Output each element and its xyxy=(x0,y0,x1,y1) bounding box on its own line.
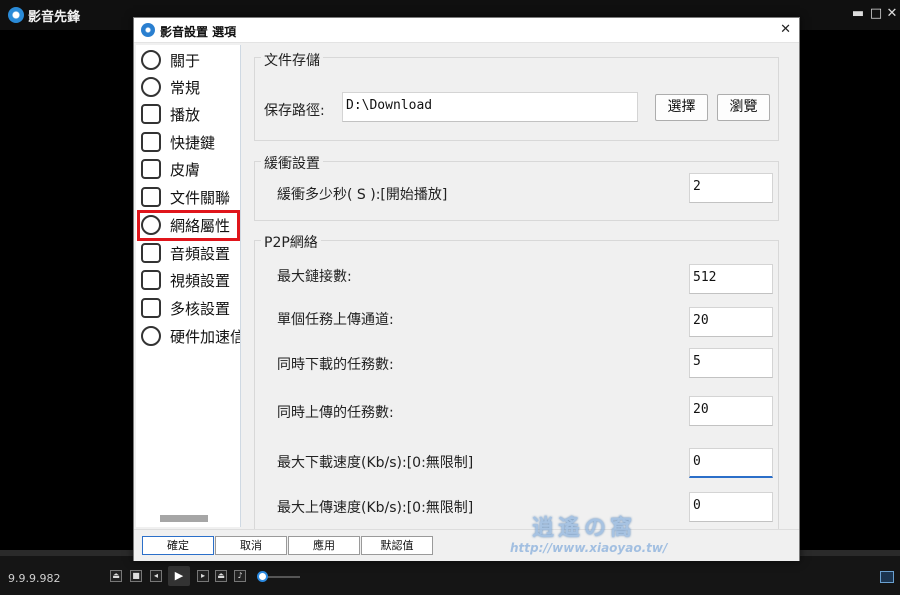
keyboard-icon xyxy=(141,132,161,152)
sidebar-item-video[interactable]: 視頻設置 xyxy=(136,267,240,293)
sidebar-item-general[interactable]: 常規 xyxy=(136,74,240,100)
max-connections-input[interactable]: 512 xyxy=(689,264,773,294)
dialog-title: 影音設置 選項 xyxy=(160,25,237,39)
sidebar-item-label: 常規 xyxy=(170,79,201,97)
sidebar-item-label: 關于 xyxy=(170,52,201,70)
audio-icon xyxy=(141,243,161,263)
sidebar-item-audio[interactable]: 音頻設置 xyxy=(136,240,240,266)
sidebar-item-label: 多核設置 xyxy=(170,300,231,318)
apply-button[interactable]: 應用 xyxy=(288,536,360,555)
dialog-logo-icon xyxy=(141,23,155,37)
concurrent-downloads-input[interactable]: 5 xyxy=(689,348,773,378)
shirt-icon xyxy=(141,159,161,179)
play-button[interactable]: ▶ xyxy=(168,566,190,586)
ok-button[interactable]: 確定 xyxy=(142,536,214,555)
sidebar-item-label: 快捷鍵 xyxy=(170,134,216,152)
minimize-icon[interactable]: ▬ xyxy=(850,6,866,22)
app-logo-icon xyxy=(8,7,24,23)
concurrent-uploads-label: 同時上傳的任務數: xyxy=(277,405,394,421)
concurrent-uploads-input[interactable]: 20 xyxy=(689,396,773,426)
stop-icon[interactable]: ■ xyxy=(130,570,142,582)
next-icon[interactable]: ▸ xyxy=(197,570,209,582)
default-button[interactable]: 默認值 xyxy=(361,536,433,555)
eject-icon[interactable]: ⏏ xyxy=(215,570,227,582)
p2p-group-title: P2P網絡 xyxy=(261,232,321,252)
info-icon xyxy=(141,50,161,70)
settings-sidebar: 關于 常規 播放 快捷鍵 皮膚 文件關聯 網絡屬性 音頻設置 視頻設置 多核設置… xyxy=(136,45,241,527)
buffer-seconds-input[interactable]: 2 xyxy=(689,173,773,203)
selected-item-highlight xyxy=(137,210,240,241)
previous-icon[interactable]: ◂ xyxy=(150,570,162,582)
max-download-speed-label: 最大下載速度(Kb/s):[0:無限制] xyxy=(277,455,474,471)
sidebar-item-label: 文件關聯 xyxy=(170,189,231,207)
watermark-title: 逍遙の窩 xyxy=(532,516,637,541)
settings-content: 文件存儲 保存路徑: D:\Download 選擇 瀏覽 緩衝設置 緩衝多少秒(… xyxy=(244,45,797,533)
cancel-button[interactable]: 取消 xyxy=(215,536,287,555)
max-upload-speed-input[interactable]: 0 xyxy=(689,492,773,522)
file-link-icon xyxy=(141,187,161,207)
sidebar-item-playback[interactable]: 播放 xyxy=(136,101,240,127)
storage-group-title: 文件存儲 xyxy=(261,50,323,70)
sidebar-scrollbar[interactable] xyxy=(160,515,208,522)
app-title: 影音先鋒 xyxy=(28,10,81,25)
upload-channels-label: 單個任務上傳通道: xyxy=(277,312,394,328)
dialog-close-icon[interactable]: ✕ xyxy=(780,22,791,37)
version-label: 9.9.9.982 xyxy=(8,572,61,585)
settings-dialog: 影音設置 選項 ✕ 關于 常規 播放 快捷鍵 皮膚 文件關聯 網絡屬性 音頻設置… xyxy=(133,17,800,561)
tv-icon xyxy=(141,270,161,290)
save-path-label: 保存路徑: xyxy=(264,103,325,119)
dialog-footer: 確定 取消 應用 默認值 xyxy=(134,529,799,561)
maximize-icon[interactable]: □ xyxy=(868,6,884,22)
sidebar-item-label: 視頻設置 xyxy=(170,272,231,290)
buffer-seconds-label: 緩衝多少秒( S ):[開始播放] xyxy=(277,187,448,203)
sidebar-item-about[interactable]: 關于 xyxy=(136,47,240,73)
buffer-group-title: 緩衝設置 xyxy=(261,153,323,173)
sidebar-item-hardware-acceleration[interactable]: 硬件加速信 xyxy=(136,323,241,349)
concurrent-downloads-label: 同時下載的任務數: xyxy=(277,357,394,373)
open-file-icon[interactable]: ⏏ xyxy=(110,570,122,582)
choose-button[interactable]: 選擇 xyxy=(655,94,708,121)
max-download-speed-input[interactable]: 0 xyxy=(689,448,773,478)
gauge-icon xyxy=(141,326,161,346)
sidebar-item-label: 音頻設置 xyxy=(170,245,231,263)
play-icon xyxy=(141,104,161,124)
sidebar-item-hotkeys[interactable]: 快捷鍵 xyxy=(136,129,240,155)
volume-knob[interactable] xyxy=(256,571,268,582)
playlist-icon[interactable] xyxy=(880,571,894,583)
sidebar-item-label: 硬件加速信 xyxy=(170,328,241,346)
multicore-icon xyxy=(141,298,161,318)
sidebar-item-skin[interactable]: 皮膚 xyxy=(136,156,240,182)
sidebar-item-label: 皮膚 xyxy=(170,161,201,179)
max-upload-speed-label: 最大上傳速度(Kb/s):[0:無限制] xyxy=(277,500,474,516)
close-icon[interactable]: ✕ xyxy=(884,6,900,22)
volume-icon[interactable]: ♪ xyxy=(234,570,246,582)
watermark-url: http://www.xiaoyao.tw/ xyxy=(510,541,668,555)
upload-channels-input[interactable]: 20 xyxy=(689,307,773,337)
sidebar-item-label: 播放 xyxy=(170,106,201,124)
sidebar-item-file-association[interactable]: 文件關聯 xyxy=(136,184,240,210)
dialog-titlebar: 影音設置 選項 ✕ xyxy=(134,18,799,43)
sidebar-item-multicore[interactable]: 多核設置 xyxy=(136,295,240,321)
gear-icon xyxy=(141,77,161,97)
browse-button[interactable]: 瀏覽 xyxy=(717,94,770,121)
save-path-input[interactable]: D:\Download xyxy=(342,92,638,122)
max-connections-label: 最大鏈接數: xyxy=(277,269,352,285)
